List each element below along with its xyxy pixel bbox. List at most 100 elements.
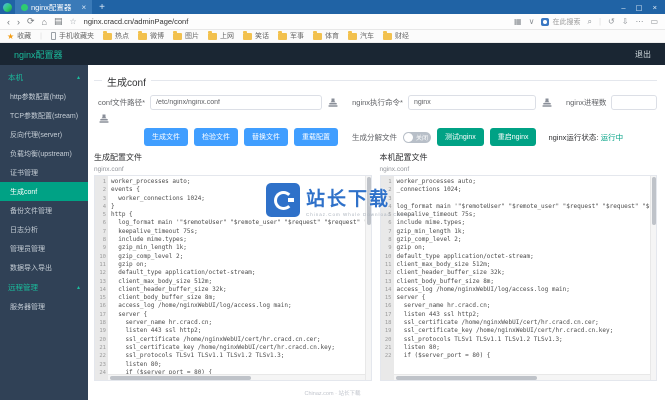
line-number: 18 bbox=[384, 320, 392, 327]
sidebar-item-[interactable]: 服务器管理 bbox=[0, 297, 88, 316]
bookmark-folder[interactable]: 体育 bbox=[313, 30, 339, 41]
sidebar-item-conf[interactable]: 生成conf bbox=[0, 182, 88, 201]
sidebar-item-[interactable]: 数据导入导出 bbox=[0, 258, 88, 277]
code-line: keepalive_timeout 75s; bbox=[396, 211, 476, 219]
extension-icon[interactable]: ▦ bbox=[514, 17, 522, 26]
bookmark-folder[interactable]: 图片 bbox=[173, 30, 199, 41]
conf-editor[interactable]: 1 2 3 4 5 6 7 8 9 10 11 12 13 14 15 16 17 18 19 20 21 22 work… bbox=[379, 175, 657, 381]
browser-tab[interactable]: nginx配置器 × bbox=[15, 0, 93, 14]
save-stamp-icon[interactable] bbox=[98, 113, 110, 125]
line-number: 18 bbox=[99, 320, 106, 327]
bookmark-phone-folder[interactable]: 手机收藏夹 bbox=[51, 31, 94, 41]
sidebar-item-upstream[interactable]: 负载均衡(upstream) bbox=[0, 144, 88, 163]
horizontal-scrollbar[interactable] bbox=[108, 374, 365, 380]
folder-icon bbox=[243, 30, 252, 40]
phone-icon bbox=[51, 32, 56, 40]
bookmark-folder[interactable]: 军事 bbox=[278, 30, 304, 41]
nginx-worker-label: nginx进程数 bbox=[565, 98, 607, 107]
line-number: 20 bbox=[384, 336, 392, 343]
action-button[interactable]: 替换文件 bbox=[244, 128, 288, 146]
folder-icon bbox=[313, 30, 322, 40]
line-number: 12 bbox=[99, 270, 106, 277]
window-close-button[interactable]: × bbox=[653, 3, 657, 12]
save-stamp-icon[interactable] bbox=[327, 97, 339, 109]
sidebar-item-[interactable]: 日志分析 bbox=[0, 220, 88, 239]
sidebar-item-server[interactable]: 反向代理(server) bbox=[0, 125, 88, 144]
bookmark-folder[interactable]: 上网 bbox=[208, 30, 234, 41]
home-icon[interactable]: ⌂ bbox=[42, 17, 47, 27]
horizontal-scrollbar[interactable] bbox=[393, 374, 650, 380]
nginx-cmd-input[interactable] bbox=[407, 95, 536, 110]
switch-dot bbox=[404, 132, 413, 142]
refresh-icon[interactable]: ⟳ bbox=[27, 16, 35, 27]
scrollbar-thumb[interactable] bbox=[395, 376, 537, 380]
sidebar-item-[interactable]: 证书管理 bbox=[0, 163, 88, 182]
logout-button[interactable]: 退出 bbox=[635, 49, 651, 60]
conf-path-input[interactable] bbox=[150, 95, 323, 110]
more-icon[interactable]: ⋯ bbox=[635, 17, 643, 26]
save-stamp-icon[interactable] bbox=[541, 97, 553, 109]
bookmark-folder[interactable]: 财经 bbox=[383, 30, 409, 41]
engine-dropdown-icon[interactable]: ∨ bbox=[529, 17, 535, 26]
search-icon[interactable]: ⌕ bbox=[587, 17, 591, 27]
line-number: 15 bbox=[99, 295, 106, 302]
action-button[interactable]: 检验文件 bbox=[194, 128, 238, 146]
window-maximize-button[interactable]: ▢ bbox=[636, 3, 643, 12]
vertical-scrollbar[interactable] bbox=[364, 176, 371, 380]
line-number: 7 bbox=[102, 228, 106, 235]
favorite-icon[interactable]: ☆ bbox=[70, 17, 77, 26]
main-content: 生成conf conf文件路径* nginx执行命令* nginx进程数 生成文… bbox=[88, 65, 665, 400]
line-number: 17 bbox=[99, 311, 106, 318]
sidebar-group-header[interactable]: 远程管理 ▴ bbox=[0, 277, 88, 297]
action-button[interactable]: 生成文件 bbox=[144, 128, 188, 146]
line-number: 16 bbox=[384, 303, 392, 310]
bookmark-folder[interactable]: 汽车 bbox=[348, 30, 374, 41]
vertical-scrollbar[interactable] bbox=[650, 176, 656, 380]
conf-path-label: conf文件路径* bbox=[98, 98, 146, 107]
nginx-control-button[interactable]: 重启nginx bbox=[489, 128, 537, 146]
back-icon[interactable]: ‹ bbox=[7, 17, 10, 27]
code-line: client_header_buffer_size 32k; bbox=[111, 285, 227, 293]
line-number: 5 bbox=[388, 212, 392, 219]
reader-mode-icon[interactable]: ▤ bbox=[54, 16, 63, 27]
sidebar-item-tcpstream[interactable]: TCP参数配置(stream) bbox=[0, 106, 88, 125]
history-icon[interactable]: ↺ bbox=[608, 17, 615, 26]
scrollbar-thumb[interactable] bbox=[652, 177, 656, 225]
sidebar-group-header[interactable]: 本机 ▴ bbox=[0, 67, 88, 87]
code-line: listen 443 ssl http2; bbox=[396, 310, 480, 318]
sidebar-item-[interactable]: 备份文件管理 bbox=[0, 201, 88, 220]
nginx-status-value: 运行中 bbox=[600, 132, 624, 142]
download-icon[interactable]: ⇩ bbox=[622, 17, 629, 26]
forward-icon[interactable]: › bbox=[17, 17, 20, 27]
bookmark-folder[interactable]: 微博 bbox=[138, 30, 164, 41]
sidebar-item-[interactable]: 管理员管理 bbox=[0, 239, 88, 258]
success-buttons: 测试nginx 重启nginx bbox=[437, 128, 537, 146]
nginx-control-button[interactable]: 测试nginx bbox=[437, 128, 484, 146]
line-number: 1 bbox=[102, 179, 106, 185]
search-input[interactable]: 在此搜索 bbox=[541, 17, 580, 27]
action-button[interactable]: 重载配置 bbox=[294, 128, 338, 146]
line-number: 19 bbox=[384, 328, 392, 335]
scrollbar-thumb[interactable] bbox=[110, 376, 252, 380]
code-line: worker_processes auto; bbox=[396, 178, 476, 185]
window-minimize-button[interactable]: – bbox=[621, 3, 625, 12]
bookmark-folder[interactable]: 热点 bbox=[103, 30, 129, 41]
code-line: if ($server_port = 80) { bbox=[396, 352, 491, 360]
bookmarks-star-item[interactable]: ★ 收藏 bbox=[7, 31, 31, 41]
line-number: 10 bbox=[99, 253, 106, 260]
nginx-worker-input[interactable] bbox=[611, 95, 657, 110]
conf-editor[interactable]: 1 2 3 4 5 6 7 8 9 10 11 12 13 14 15 16 17 18 19 20 21 22 23 24 … bbox=[94, 175, 372, 381]
code-line: listen 80; bbox=[396, 343, 440, 351]
sidebar-item-httphttp[interactable]: http参数配置(http) bbox=[0, 87, 88, 106]
conf-form-row: conf文件路径* nginx执行命令* nginx进程数 bbox=[98, 95, 657, 110]
address-bar[interactable]: nginx.cracd.cn/adminPage/conf bbox=[84, 17, 507, 26]
scrollbar-thumb[interactable] bbox=[366, 177, 371, 225]
line-number: 20 bbox=[99, 336, 106, 343]
side-panel-icon[interactable]: ▭ bbox=[650, 17, 658, 26]
split-toggle-switch[interactable]: 关闭 bbox=[403, 131, 431, 143]
line-number: 6 bbox=[388, 220, 392, 227]
tab-close-icon[interactable]: × bbox=[81, 3, 86, 12]
code-line: gzip on; bbox=[396, 244, 426, 252]
bookmark-folder[interactable]: 笑话 bbox=[243, 30, 269, 41]
new-tab-button[interactable]: + bbox=[99, 2, 105, 13]
